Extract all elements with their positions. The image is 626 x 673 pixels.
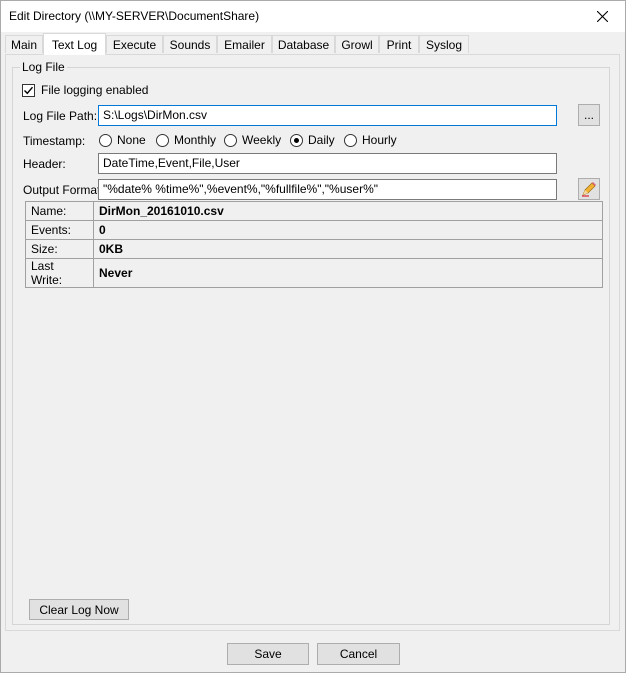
info-key: Events: xyxy=(25,220,94,240)
info-value: Never xyxy=(93,258,603,288)
tab-growl[interactable]: Growl xyxy=(335,35,379,53)
title-bar: Edit Directory (\\MY-SERVER\DocumentShar… xyxy=(1,1,625,32)
save-button[interactable]: Save xyxy=(227,643,309,665)
log-info-table: Name: DirMon_20161010.csv Events: 0 Size… xyxy=(25,201,603,288)
close-icon xyxy=(596,11,608,22)
edit-format-button[interactable] xyxy=(578,178,600,200)
table-row: Last Write: Never xyxy=(25,258,603,288)
info-value: 0KB xyxy=(93,239,603,259)
timestamp-hourly-label: Hourly xyxy=(362,133,397,147)
timestamp-monthly-radio[interactable] xyxy=(156,134,169,147)
timestamp-monthly-label: Monthly xyxy=(174,133,217,147)
close-button[interactable] xyxy=(579,1,625,32)
table-row: Events: 0 xyxy=(25,220,603,240)
table-row: Size: 0KB xyxy=(25,239,603,259)
timestamp-none-label: None xyxy=(117,133,146,147)
tab-print[interactable]: Print xyxy=(379,35,419,53)
tab-execute[interactable]: Execute xyxy=(106,35,163,53)
log-file-group: Log File File logging enabled Log File P… xyxy=(12,60,610,625)
header-input[interactable]: DateTime,Event,File,User xyxy=(98,153,557,174)
timestamp-weekly-label: Weekly xyxy=(242,133,282,147)
timestamp-weekly-radio[interactable] xyxy=(224,134,237,147)
output-format-input[interactable]: "%date% %time%",%event%,"%fullfile%","%u… xyxy=(98,179,557,200)
info-key: Last Write: xyxy=(25,258,94,288)
header-label: Header: xyxy=(23,157,66,171)
timestamp-label: Timestamp: xyxy=(23,134,86,148)
info-key: Size: xyxy=(25,239,94,259)
tab-main[interactable]: Main xyxy=(5,35,43,53)
output-format-label: Output Format: xyxy=(23,183,104,197)
tab-text-log[interactable]: Text Log xyxy=(43,33,106,55)
window-title: Edit Directory (\\MY-SERVER\DocumentShar… xyxy=(9,9,260,23)
tab-syslog[interactable]: Syslog xyxy=(419,35,469,53)
tab-sounds[interactable]: Sounds xyxy=(163,35,217,53)
browse-button[interactable]: ... xyxy=(578,104,600,126)
edit-directory-dialog: Edit Directory (\\MY-SERVER\DocumentShar… xyxy=(0,0,626,673)
file-logging-label: File logging enabled xyxy=(41,83,149,97)
log-file-path-input[interactable]: S:\Logs\DirMon.csv xyxy=(98,105,557,126)
checkmark-icon xyxy=(24,86,34,95)
timestamp-hourly-radio[interactable] xyxy=(344,134,357,147)
tab-emailer[interactable]: Emailer xyxy=(217,35,272,53)
log-file-path-label: Log File Path: xyxy=(23,109,98,123)
log-file-group-label: Log File xyxy=(20,60,67,74)
text-log-panel: Log File File logging enabled Log File P… xyxy=(5,54,620,631)
info-key: Name: xyxy=(25,201,94,221)
info-value: 0 xyxy=(93,220,603,240)
file-logging-checkbox[interactable] xyxy=(22,84,35,97)
tab-database[interactable]: Database xyxy=(272,35,335,53)
timestamp-daily-radio[interactable] xyxy=(290,134,303,147)
clear-log-button[interactable]: Clear Log Now xyxy=(29,599,129,620)
table-row: Name: DirMon_20161010.csv xyxy=(25,201,603,221)
info-value: DirMon_20161010.csv xyxy=(93,201,603,221)
timestamp-none-radio[interactable] xyxy=(99,134,112,147)
timestamp-daily-label: Daily xyxy=(308,133,335,147)
pencil-eraser-icon xyxy=(582,182,596,197)
cancel-button[interactable]: Cancel xyxy=(317,643,400,665)
